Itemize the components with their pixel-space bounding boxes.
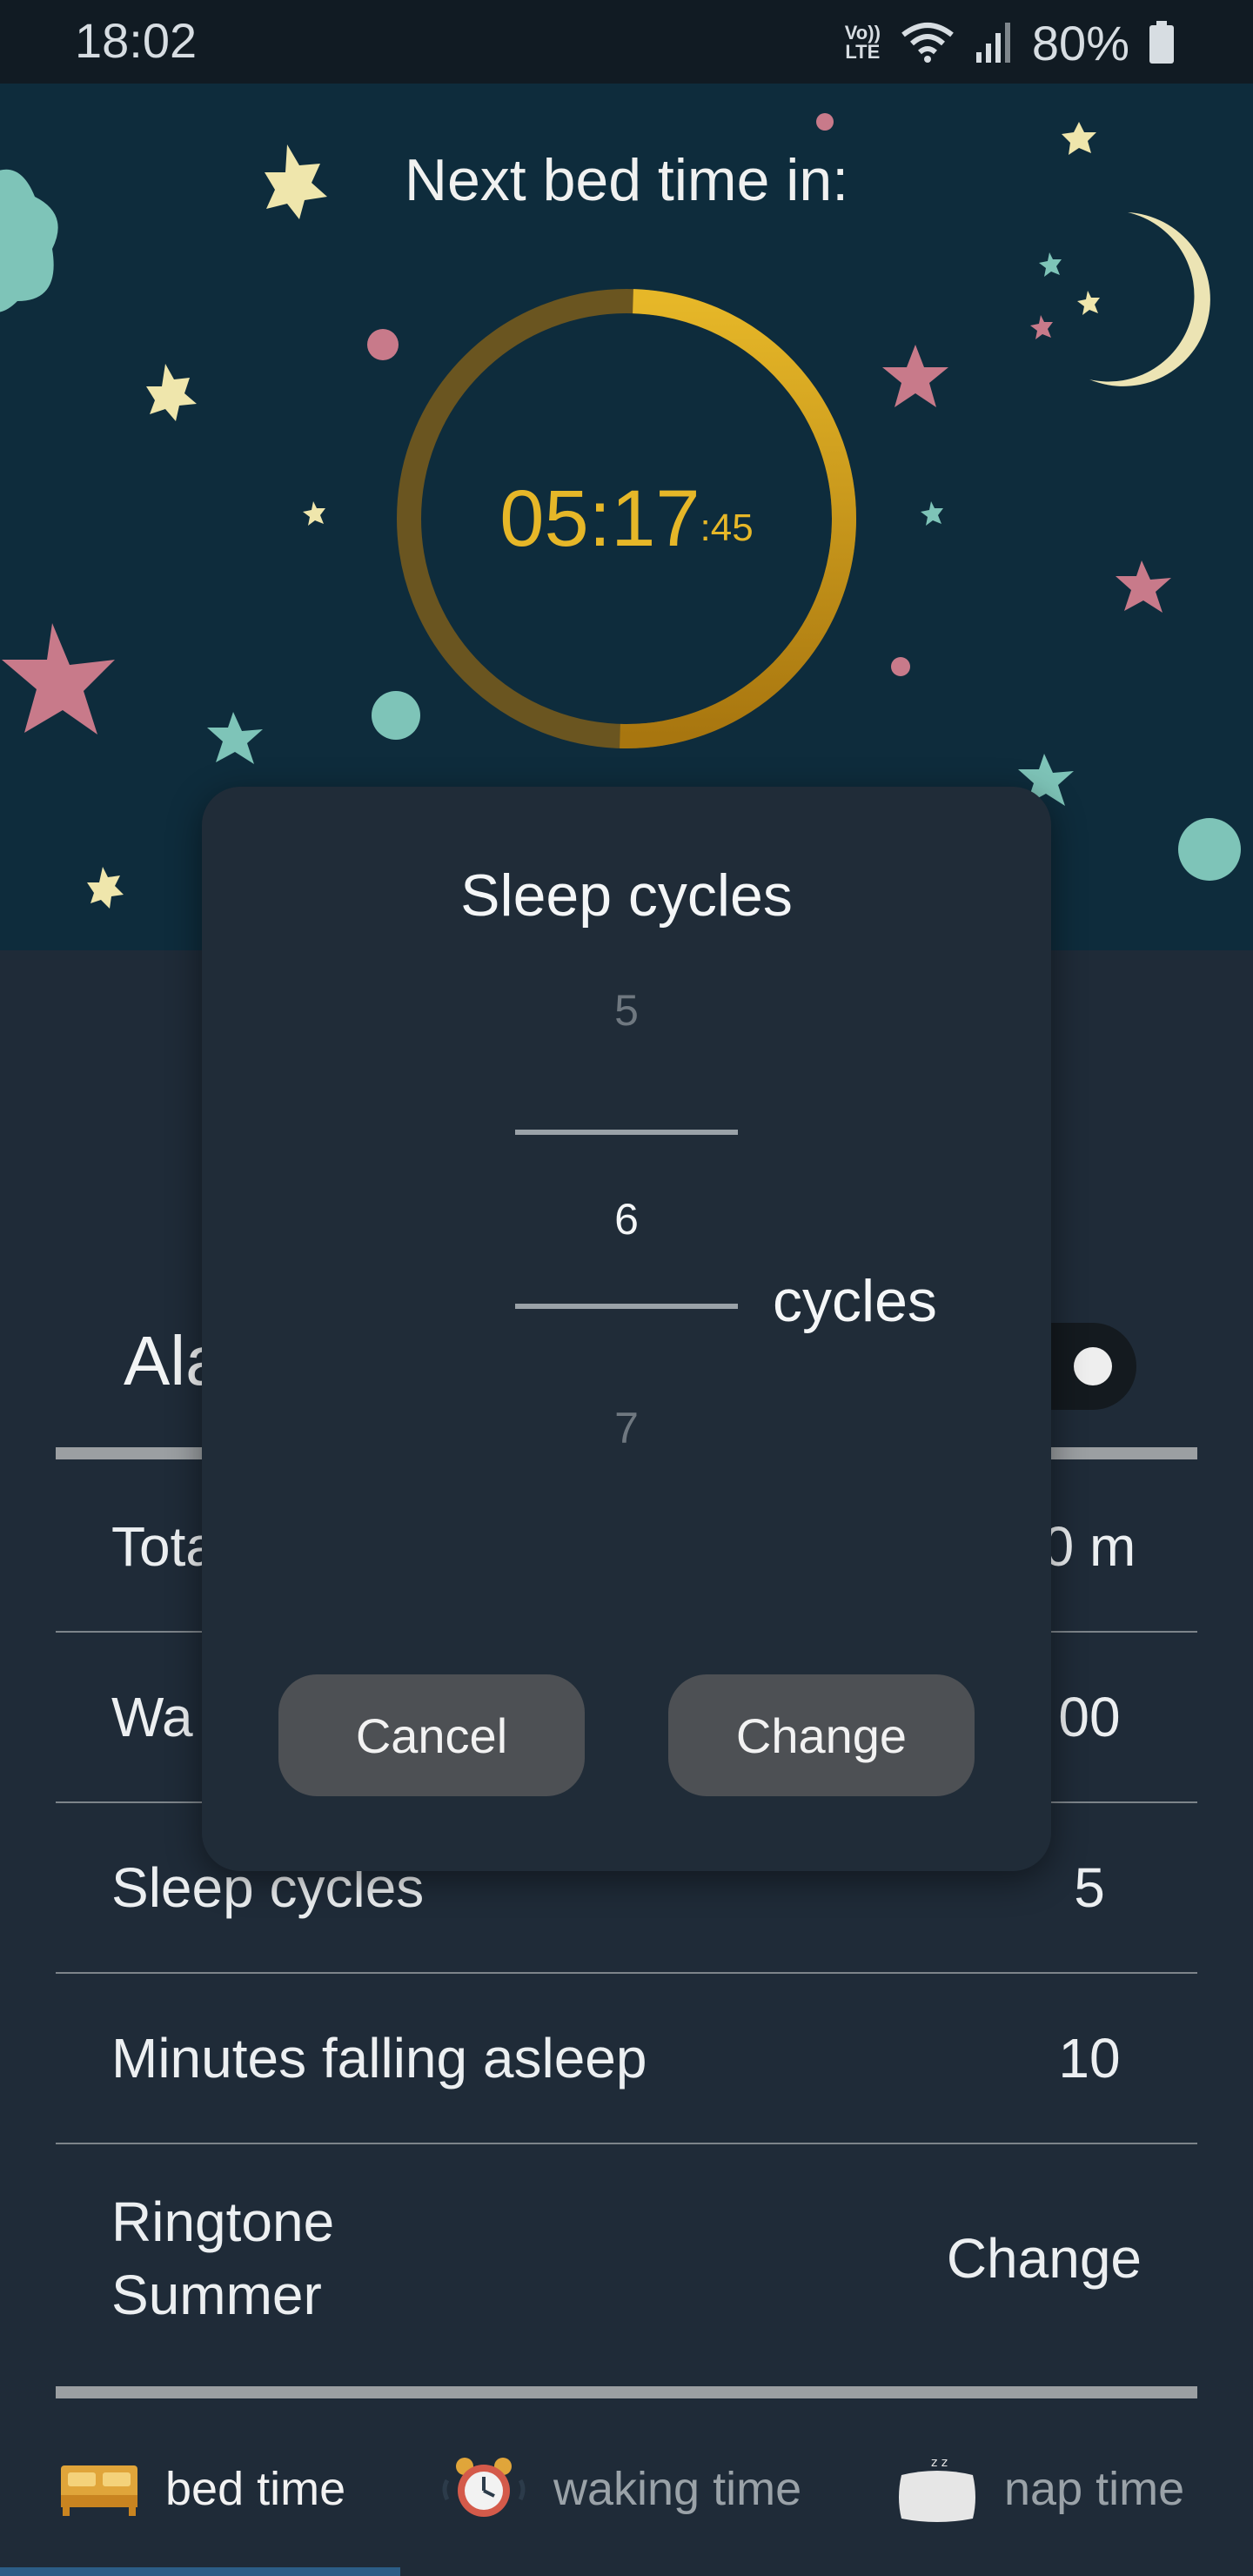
picker-line-bottom <box>515 1304 738 1309</box>
nav-bed-time[interactable]: bed time <box>59 2402 345 2576</box>
picker-next-value[interactable]: 7 <box>515 1403 738 1453</box>
nav-nap-time-label: nap time <box>1004 2463 1185 2515</box>
signal-icon <box>975 23 1010 63</box>
bottom-navigation: bed time waking time z z nap time <box>0 2402 1253 2576</box>
countdown-hours-minutes: 05:17 <box>499 473 700 563</box>
active-tab-indicator <box>0 2567 400 2576</box>
ringtone-name: Summer <box>111 2264 322 2326</box>
pillow-icon: z z <box>899 2456 975 2522</box>
divider-bottom <box>56 2386 1197 2398</box>
waking-time-value: 00 <box>1058 1686 1121 1748</box>
cancel-button[interactable]: Cancel <box>278 1674 585 1796</box>
total-sleep-value: 0 m <box>1042 1515 1136 1578</box>
cycles-number-picker[interactable]: 5 6 7 <box>515 961 738 1587</box>
bed-icon <box>61 2465 137 2516</box>
waking-time-label: Wa <box>111 1686 193 1748</box>
status-icons: Vo)) LTE 80% <box>845 12 1175 73</box>
volte-icon: Vo)) LTE <box>844 22 881 63</box>
picker-line-top <box>515 1130 738 1135</box>
status-bar: 18:02 Vo)) LTE 80% <box>0 0 1253 84</box>
ringtone-title: Ringtone <box>111 2190 335 2253</box>
nav-bed-time-label: bed time <box>165 2463 346 2515</box>
countdown-timer: 05:17:45 <box>390 282 863 755</box>
alarm-clock-icon <box>442 2458 526 2517</box>
minutes-falling-asleep-value: 10 <box>1058 2027 1121 2090</box>
wifi-icon <box>901 23 954 63</box>
next-bedtime-title: Next bed time in: <box>404 147 849 213</box>
dialog-title: Sleep cycles <box>460 862 793 929</box>
cycles-unit-label: cycles <box>773 1268 937 1334</box>
minutes-falling-asleep-row[interactable]: Minutes falling asleep 10 <box>56 1974 1197 2144</box>
picker-previous-value[interactable]: 5 <box>515 985 738 1036</box>
nav-waking-time-label: waking time <box>553 2463 802 2515</box>
ringtone-label: Ringtone Summer <box>111 2144 334 2372</box>
sleep-cycles-dialog: Sleep cycles 5 6 7 cycles Cancel Change <box>202 787 1051 1871</box>
battery-icon <box>1149 21 1174 64</box>
toggle-knob <box>1074 1347 1112 1385</box>
svg-text:z z: z z <box>931 2456 948 2470</box>
ringtone-row[interactable]: Ringtone Summer Change <box>56 2144 1197 2372</box>
battery-percent: 80% <box>1031 15 1129 70</box>
nav-nap-time[interactable]: z z nap time <box>896 2402 1184 2576</box>
picker-selected-value[interactable]: 6 <box>515 1194 738 1244</box>
countdown-seconds: :45 <box>700 506 754 549</box>
ringtone-change-button[interactable]: Change <box>947 2144 1142 2372</box>
nav-waking-time[interactable]: waking time <box>440 2402 801 2576</box>
sleep-cycles-value: 5 <box>1074 1856 1105 1919</box>
change-button[interactable]: Change <box>668 1674 975 1796</box>
status-time: 18:02 <box>75 13 198 68</box>
countdown-text: 05:17:45 <box>390 282 863 755</box>
minutes-falling-asleep-label: Minutes falling asleep <box>111 2027 647 2090</box>
